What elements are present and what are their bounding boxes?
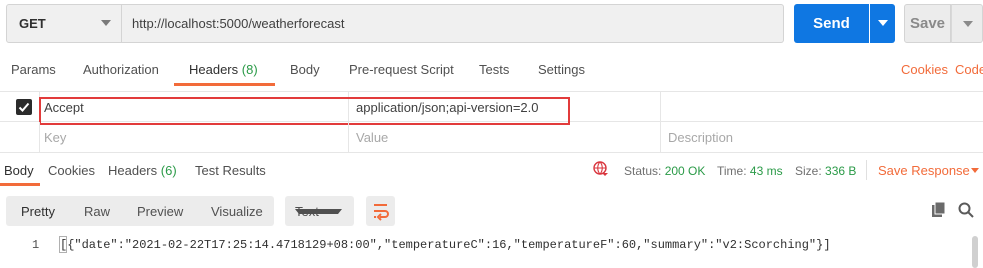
column-divider — [39, 122, 40, 152]
time-readout: Time: 43 ms — [717, 164, 783, 178]
tab-response-body[interactable]: Body — [4, 163, 34, 178]
column-divider — [348, 122, 349, 152]
save-button[interactable]: Save — [904, 4, 951, 43]
cookies-link[interactable]: Cookies — [901, 62, 948, 77]
send-options-button[interactable] — [870, 4, 895, 43]
response-json-line[interactable]: [{"date":"2021-02-22T17:25:14.4718129+08… — [60, 238, 831, 252]
tab-response-headers-count: (6) — [160, 163, 177, 178]
tab-prerequest-script[interactable]: Pre-request Script — [349, 62, 454, 77]
column-divider — [660, 122, 661, 152]
format-preview[interactable]: Preview — [137, 204, 183, 219]
description-placeholder[interactable]: Description — [668, 130, 733, 145]
active-tab-indicator — [174, 83, 275, 86]
size-label: Size: — [795, 164, 822, 178]
tab-settings[interactable]: Settings — [538, 62, 585, 77]
tab-headers[interactable]: Headers (8) — [189, 62, 258, 77]
time-value[interactable]: 43 ms — [750, 164, 783, 178]
size-value[interactable]: 336 B — [825, 164, 856, 178]
chevron-down-icon — [963, 21, 973, 27]
request-bar: GET http://localhost:5000/weatherforecas… — [6, 4, 983, 44]
method-label: GET — [19, 16, 46, 31]
size-readout: Size: 336 B — [795, 164, 856, 178]
headers-table: Accept application/json;api-version=2.0 … — [0, 91, 983, 154]
value-placeholder[interactable]: Value — [356, 130, 388, 145]
chevron-down-icon — [101, 20, 111, 26]
search-icon[interactable] — [958, 202, 974, 218]
divider — [866, 160, 867, 180]
code-link[interactable]: Code — [955, 62, 983, 77]
table-row: Accept application/json;api-version=2.0 — [0, 91, 983, 125]
status-value[interactable]: 200 OK — [665, 164, 706, 178]
tab-headers-label: Headers — [189, 62, 239, 77]
chevron-down-icon — [295, 209, 342, 214]
table-row: Key Value Description — [0, 122, 983, 153]
url-input[interactable]: http://localhost:5000/weatherforecast — [122, 4, 784, 43]
tab-tests[interactable]: Tests — [479, 62, 509, 77]
key-placeholder[interactable]: Key — [44, 130, 66, 145]
globe-icon[interactable] — [593, 161, 609, 177]
request-tabs: Params Authorization Headers (8) Body Pr… — [0, 56, 983, 86]
tab-response-headers[interactable]: Headers (6) — [108, 163, 177, 178]
save-response-button[interactable]: Save Response — [878, 163, 970, 178]
tab-response-cookies[interactable]: Cookies — [48, 163, 95, 178]
tab-test-results[interactable]: Test Results — [195, 163, 266, 178]
chevron-down-icon[interactable] — [971, 168, 979, 173]
tab-response-headers-label: Headers — [108, 163, 158, 178]
method-select[interactable]: GET — [6, 4, 122, 43]
wrap-icon — [374, 204, 389, 221]
format-toggle-group: Pretty Raw Preview Visualize — [6, 196, 274, 226]
response-tabs: Body Cookies Headers (6) Test Results St… — [0, 156, 983, 186]
tab-body[interactable]: Body — [290, 62, 320, 77]
active-response-tab-indicator — [0, 183, 40, 186]
status-readout: Status: 200 OK — [624, 164, 705, 178]
wrap-lines-button[interactable] — [366, 196, 395, 226]
column-divider — [660, 92, 661, 121]
status-label: Status: — [624, 164, 662, 178]
url-text: http://localhost:5000/weatherforecast — [132, 16, 345, 31]
copy-icon[interactable] — [931, 202, 947, 218]
format-raw[interactable]: Raw — [84, 204, 110, 219]
tab-authorization[interactable]: Authorization — [83, 62, 159, 77]
tab-headers-count: (8) — [241, 62, 258, 77]
vertical-scrollbar[interactable] — [972, 236, 978, 268]
response-type-select[interactable]: Text — [285, 196, 354, 226]
chevron-down-icon — [878, 20, 888, 26]
check-icon — [18, 102, 30, 112]
line-number: 1 — [32, 238, 40, 252]
tab-params[interactable]: Params — [11, 62, 56, 77]
save-options-button[interactable] — [951, 4, 983, 43]
header-enabled-checkbox[interactable] — [16, 99, 32, 115]
time-label: Time: — [717, 164, 747, 178]
send-button[interactable]: Send — [794, 4, 869, 43]
format-visualize[interactable]: Visualize — [211, 204, 263, 219]
response-body-editor[interactable]: 1 [{"date":"2021-02-22T17:25:14.4718129+… — [0, 234, 983, 268]
highlight-annotation — [39, 97, 570, 125]
format-pretty[interactable]: Pretty — [21, 204, 55, 219]
